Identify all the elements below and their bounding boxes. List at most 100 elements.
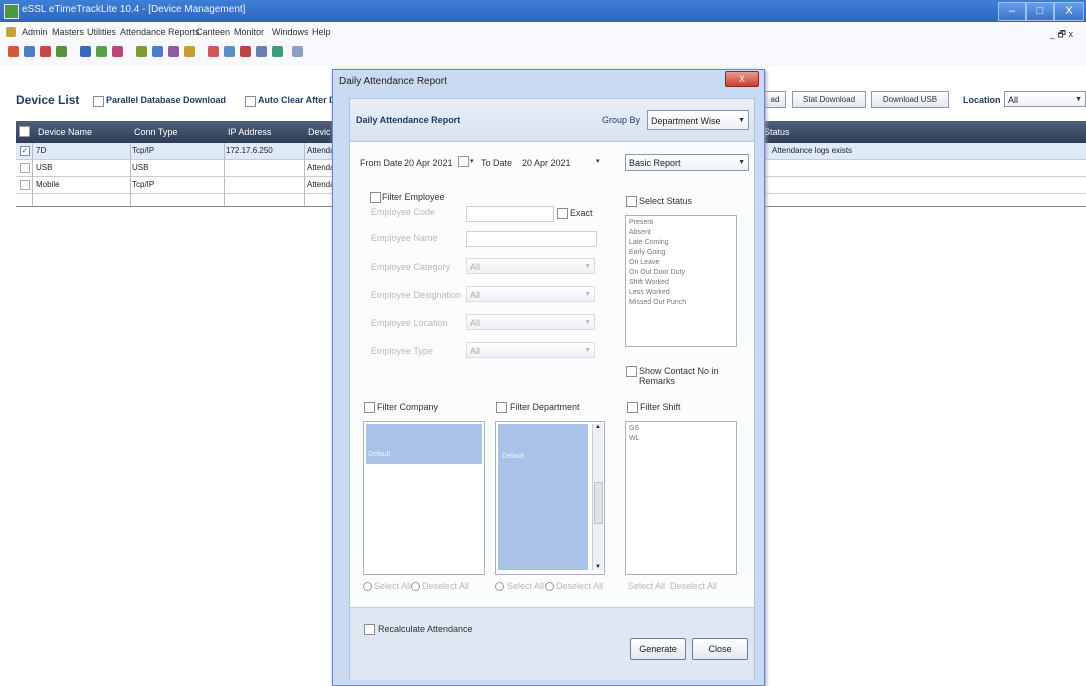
recalculate-checkbox[interactable] bbox=[364, 624, 375, 635]
toolbar-icon-12[interactable] bbox=[208, 46, 219, 57]
dialog-title: Daily Attendance Report bbox=[339, 76, 447, 87]
toolbar-icon-5[interactable] bbox=[80, 46, 91, 57]
col-device[interactable]: Devic bbox=[308, 127, 331, 137]
shift-select-all-label[interactable]: Select All bbox=[628, 581, 665, 591]
close-button[interactable]: Close bbox=[692, 638, 748, 660]
dialog-body: Daily Attendance Report Group By Departm… bbox=[349, 98, 755, 680]
toolbar-icon-9[interactable] bbox=[152, 46, 163, 57]
list-item[interactable]: Default bbox=[498, 424, 588, 461]
toolbar-icon-1[interactable] bbox=[8, 46, 19, 57]
list-item[interactable]: Absent bbox=[629, 228, 733, 238]
list-item[interactable]: Missed Out Punch bbox=[629, 298, 733, 308]
col-device-name[interactable]: Device Name bbox=[38, 127, 92, 137]
filter-employee-checkbox[interactable] bbox=[370, 192, 381, 203]
select-all-devices-checkbox[interactable] bbox=[19, 126, 30, 137]
col-conn-type[interactable]: Conn Type bbox=[134, 127, 177, 137]
location-select[interactable]: All ▼ bbox=[1004, 91, 1086, 107]
list-item[interactable]: Default bbox=[368, 450, 480, 459]
toolbar-icon-6[interactable] bbox=[96, 46, 107, 57]
row-checkbox[interactable] bbox=[20, 180, 30, 190]
company-deselect-all-radio[interactable] bbox=[411, 582, 420, 591]
minimize-button[interactable]: – bbox=[998, 2, 1026, 21]
list-item[interactable]: Shift Worked bbox=[629, 278, 733, 288]
from-date-dropdown-icon[interactable]: ▾ bbox=[470, 157, 474, 165]
employee-location-value: All bbox=[470, 318, 481, 328]
menu-admin[interactable]: Admin bbox=[22, 27, 48, 37]
from-date-value[interactable]: 20 Apr 2021 bbox=[404, 158, 453, 168]
toolbar-icon-7[interactable] bbox=[112, 46, 123, 57]
employee-category-select[interactable]: All ▼ bbox=[466, 258, 595, 274]
toolbar-icon-8[interactable] bbox=[136, 46, 147, 57]
menu-masters[interactable]: Masters bbox=[52, 27, 84, 37]
col-status[interactable]: Status bbox=[764, 127, 790, 137]
partial-button[interactable]: ad bbox=[764, 91, 786, 108]
toolbar-icon-4[interactable] bbox=[56, 46, 67, 57]
list-item[interactable]: Late Coming bbox=[629, 238, 733, 248]
menu-monitor[interactable]: Monitor bbox=[234, 27, 264, 37]
toolbar-icon-17[interactable] bbox=[292, 46, 303, 57]
exact-checkbox[interactable] bbox=[557, 208, 568, 219]
col-ip-address[interactable]: IP Address bbox=[228, 127, 271, 137]
employee-type-select[interactable]: All ▼ bbox=[466, 342, 595, 358]
generate-button[interactable]: Generate bbox=[630, 638, 686, 660]
show-contact-checkbox[interactable] bbox=[626, 366, 637, 377]
filter-department-checkbox[interactable] bbox=[496, 402, 507, 413]
toolbar-icon-10[interactable] bbox=[168, 46, 179, 57]
menu-attendance-reports[interactable]: Attendance Reports bbox=[120, 27, 200, 37]
menu-canteen[interactable]: Canteen bbox=[196, 27, 230, 37]
department-list[interactable]: Default ▲ ▼ bbox=[495, 421, 605, 575]
toolbar-icon-16[interactable] bbox=[272, 46, 283, 57]
auto-clear-checkbox[interactable] bbox=[245, 96, 256, 107]
filter-shift-checkbox[interactable] bbox=[627, 402, 638, 413]
company-select-all-radio[interactable] bbox=[363, 582, 372, 591]
status-list[interactable]: Present Absent Late Coming Early Going O… bbox=[625, 215, 737, 347]
row-checkbox[interactable] bbox=[20, 163, 30, 173]
menu-help[interactable]: Help bbox=[312, 27, 331, 37]
start-download-button[interactable]: Stat Download bbox=[792, 91, 866, 108]
company-list[interactable]: Default bbox=[363, 421, 485, 575]
list-item[interactable]: On Leave bbox=[629, 258, 733, 268]
employee-designation-select[interactable]: All ▼ bbox=[466, 286, 595, 302]
toolbar-icon-3[interactable] bbox=[40, 46, 51, 57]
list-item[interactable]: WL bbox=[629, 434, 733, 444]
toolbar-icon-11[interactable] bbox=[184, 46, 195, 57]
report-type-select[interactable]: Basic Report ▼ bbox=[625, 154, 749, 171]
toolbar-icon-15[interactable] bbox=[256, 46, 267, 57]
list-item[interactable]: Early Going bbox=[629, 248, 733, 258]
menu-windows[interactable]: Windows bbox=[272, 27, 309, 37]
list-item[interactable]: Present bbox=[629, 218, 733, 228]
list-item[interactable]: Less Worked bbox=[629, 288, 733, 298]
employee-location-select[interactable]: All ▼ bbox=[466, 314, 595, 330]
toolbar-icon-14[interactable] bbox=[240, 46, 251, 57]
menu-utilities[interactable]: Utilities bbox=[87, 27, 116, 37]
mdi-controls[interactable]: _ 🗗 x bbox=[1050, 27, 1073, 43]
employee-code-input[interactable] bbox=[466, 206, 554, 222]
department-deselect-all-radio[interactable] bbox=[545, 582, 554, 591]
close-window-button[interactable]: X bbox=[1054, 2, 1084, 21]
scroll-up-icon[interactable]: ▲ bbox=[593, 424, 603, 430]
toolbar-icon-2[interactable] bbox=[24, 46, 35, 57]
scrollbar-thumb[interactable] bbox=[594, 482, 603, 524]
calendar-icon[interactable] bbox=[458, 156, 469, 167]
shift-deselect-all-label[interactable]: Deselect All bbox=[670, 581, 717, 591]
to-date-dropdown-icon[interactable]: ▾ bbox=[596, 157, 600, 165]
employee-name-input[interactable] bbox=[466, 231, 597, 247]
list-item[interactable]: GS bbox=[629, 424, 733, 434]
dialog-close-button[interactable]: X bbox=[725, 71, 759, 87]
group-by-select[interactable]: Department Wise ▼ bbox=[647, 110, 749, 130]
row-checkbox[interactable]: ✓ bbox=[20, 146, 30, 156]
maximize-button[interactable]: □ bbox=[1026, 2, 1054, 21]
select-status-checkbox[interactable] bbox=[626, 196, 637, 207]
scroll-down-icon[interactable]: ▼ bbox=[593, 564, 603, 570]
department-scrollbar[interactable]: ▲ ▼ bbox=[592, 424, 603, 570]
conn-type-cell: USB bbox=[132, 163, 149, 172]
shift-list[interactable]: GS WL bbox=[625, 421, 737, 575]
parallel-db-checkbox[interactable] bbox=[93, 96, 104, 107]
list-item[interactable]: On Out Door Duty bbox=[629, 268, 733, 278]
filter-company-checkbox[interactable] bbox=[364, 402, 375, 413]
employee-designation-label: Employee Designation bbox=[371, 290, 462, 300]
to-date-value[interactable]: 20 Apr 2021 bbox=[522, 158, 571, 168]
toolbar-icon-13[interactable] bbox=[224, 46, 235, 57]
download-usb-button[interactable]: Download USB bbox=[871, 91, 949, 108]
department-select-all-radio[interactable] bbox=[495, 582, 504, 591]
